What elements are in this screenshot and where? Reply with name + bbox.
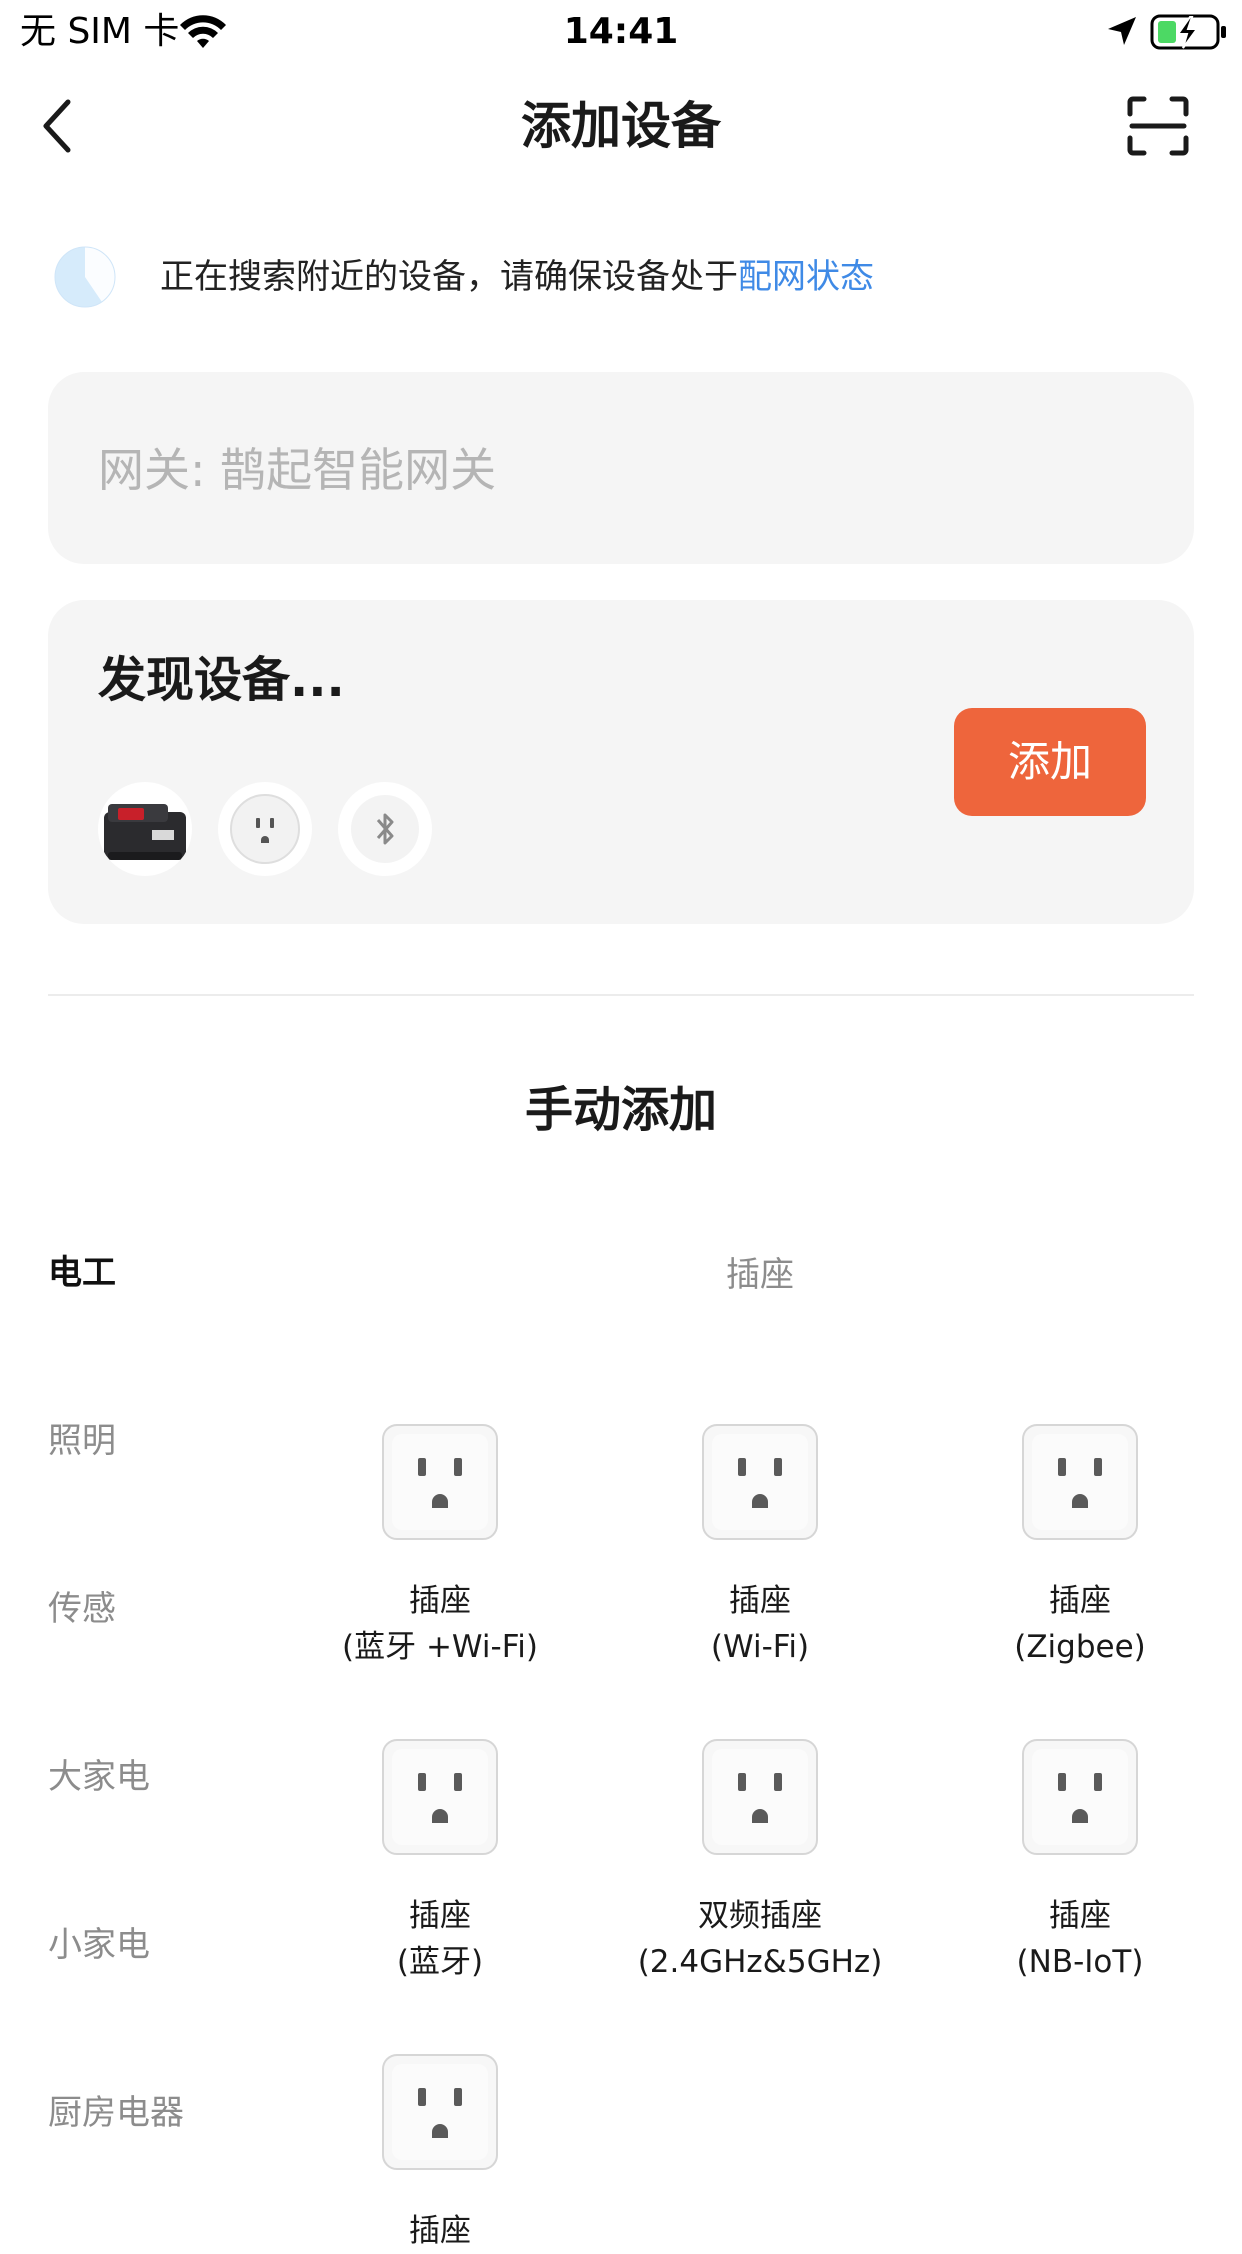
smart-plug-icon xyxy=(230,794,300,864)
discover-title: 发现设备... xyxy=(98,652,345,708)
category-item-electrician[interactable]: 电工 xyxy=(48,1248,116,1298)
product-name: 插座 xyxy=(409,1898,471,1934)
location-arrow-icon xyxy=(1108,17,1136,45)
product-socket-bt[interactable]: 插座 (蓝牙) xyxy=(280,1737,600,1985)
add-button[interactable]: 添加 xyxy=(954,708,1146,816)
product-dual-band-socket[interactable]: 双频插座 (2.4GHz&5GHz) xyxy=(600,1737,920,1985)
product-protocol: (Zigbee) xyxy=(1014,1629,1146,1665)
manual-add-title: 手动添加 xyxy=(524,1082,717,1138)
socket-icon xyxy=(702,1424,818,1540)
product-socket-zigbee[interactable]: 插座 (Zigbee) xyxy=(920,1422,1240,1670)
network-mode-link[interactable]: 配网状态 xyxy=(738,257,874,297)
socket-icon xyxy=(382,1424,498,1540)
product-protocol: (2.4GHz&5GHz) xyxy=(637,1944,883,1980)
page-title: 添加设备 xyxy=(521,97,721,155)
section-title: 插座 xyxy=(726,1255,794,1295)
device-thumb-bluetooth[interactable] xyxy=(338,782,432,876)
category-item-lighting[interactable]: 照明 xyxy=(48,1416,116,1466)
status-time: 14:41 xyxy=(563,11,679,52)
category-item-kitchen[interactable]: 厨房电器 xyxy=(48,2088,184,2138)
product-name: 插座 xyxy=(409,1583,471,1619)
search-status-text: 正在搜索附近的设备，请确保设备处于配网状态 xyxy=(160,252,874,302)
product-protocol: (蓝牙) xyxy=(396,1944,484,1980)
device-thumb-battery[interactable] xyxy=(98,782,192,876)
product-socket-wifi[interactable]: 插座 (Wi-Fi) xyxy=(600,1422,920,1670)
product-name: 插座 xyxy=(729,1583,791,1619)
product-name: 双频插座 xyxy=(698,1898,822,1934)
socket-icon xyxy=(1022,1739,1138,1855)
battery-charging-icon xyxy=(1150,14,1226,50)
scan-icon[interactable] xyxy=(1126,96,1190,156)
device-thumb-plug[interactable] xyxy=(218,782,312,876)
socket-icon xyxy=(382,1739,498,1855)
product-name: 插座 xyxy=(409,2213,471,2249)
product-socket-nbiot[interactable]: 插座 (NB-IoT) xyxy=(920,1737,1240,1985)
product-protocol: (NB-IoT) xyxy=(1016,1944,1144,1980)
product-protocol: (Wi-Fi) xyxy=(710,1629,810,1665)
bluetooth-icon xyxy=(351,795,419,863)
category-item-small-appliance[interactable]: 小家电 xyxy=(48,1920,150,1970)
product-protocol: (蓝牙 +Wi-Fi) xyxy=(342,1629,538,1665)
product-name: 插座 xyxy=(1049,1898,1111,1934)
product-socket-7[interactable]: 插座 xyxy=(280,2052,600,2254)
socket-icon xyxy=(702,1739,818,1855)
category-item-sensor[interactable]: 传感 xyxy=(48,1584,116,1634)
category-item-large-appliance[interactable]: 大家电 xyxy=(48,1752,150,1802)
product-name: 插座 xyxy=(1049,1583,1111,1619)
product-socket-bt-wifi[interactable]: 插座 (蓝牙 +Wi-Fi) xyxy=(280,1422,600,1670)
socket-icon xyxy=(382,2054,498,2170)
search-status-label: 正在搜索附近的设备，请确保设备处于 xyxy=(160,257,738,297)
divider xyxy=(48,994,1194,996)
socket-icon xyxy=(1022,1424,1138,1540)
battery-pack-icon xyxy=(104,804,186,860)
searching-spinner-icon xyxy=(54,246,116,308)
gateway-label: 网关: 鹊起智能网关 xyxy=(98,443,497,497)
